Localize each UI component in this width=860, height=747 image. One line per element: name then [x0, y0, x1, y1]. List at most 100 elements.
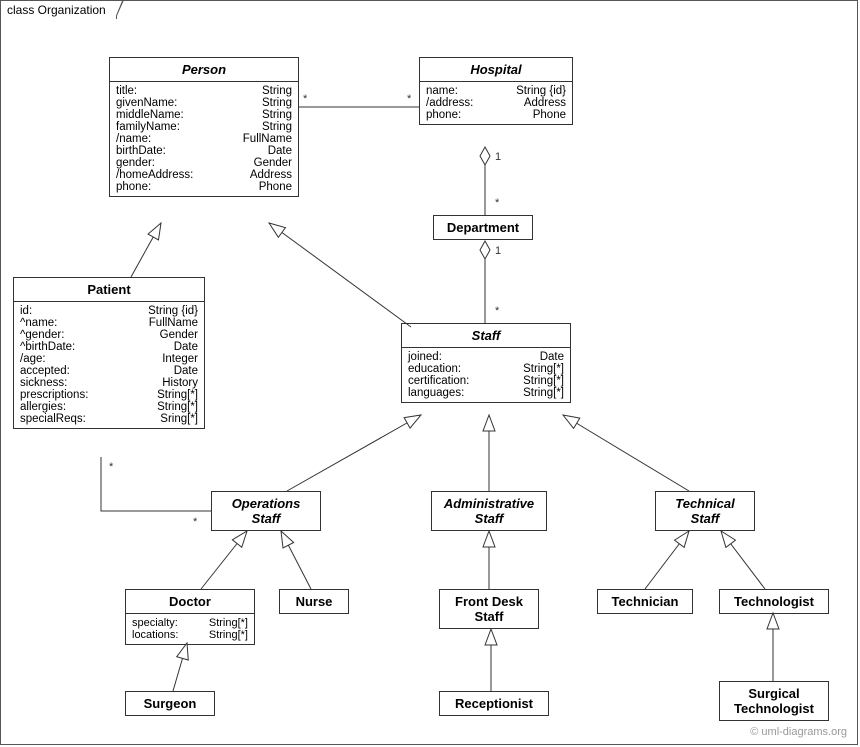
attr-name: gender: — [116, 157, 155, 169]
attr-name: languages: — [408, 387, 464, 399]
class-surgtech: Surgical Technologist — [719, 681, 829, 721]
attr-type: Phone — [243, 181, 292, 193]
attr-name: name: — [426, 85, 458, 97]
attr-row: birthDate:Date — [116, 145, 292, 157]
attr-name: prescriptions: — [20, 389, 88, 401]
watermark: © uml-diagrams.org — [750, 726, 847, 738]
attr-type: String[*] — [141, 401, 198, 413]
attr-row: prescriptions: String[*] — [20, 389, 198, 401]
class-body-patient: id: String {id} ^name: FullName ^gender: Gend… — [14, 302, 204, 428]
class-title-techstaff: Technical Staff — [656, 492, 754, 530]
mult-hosp-dept-top: 1 — [495, 151, 501, 163]
attr-type: String[*] — [507, 387, 564, 399]
attr-name: /address: — [426, 97, 473, 109]
attr-row: /name:FullName — [116, 133, 292, 145]
class-title-department: Department — [434, 216, 532, 239]
class-hospital: Hospital name:String {id}/address: Addres… — [419, 57, 573, 125]
frame-tab: class Organization — [0, 0, 117, 19]
attr-type: String[*] — [141, 389, 198, 401]
attr-name: title: — [116, 85, 137, 97]
attr-name: sickness: — [20, 377, 67, 389]
attr-row: certification:String[*] — [408, 375, 564, 387]
attr-row: /age: Integer — [20, 353, 198, 365]
class-patient: Patient id:String {id}^name:FullName^gen… — [13, 277, 205, 429]
attr-name: id: — [20, 305, 32, 317]
attr-row: /homeAddress:Address — [116, 169, 292, 181]
attr-name: ^gender: — [20, 329, 64, 341]
class-frontdesk: Front Desk Staff — [439, 589, 539, 629]
attr-row: ^gender: Gender — [20, 329, 198, 341]
attr-name: certification: — [408, 375, 469, 387]
class-title-nurse: Nurse — [280, 590, 348, 613]
mult-dept-staff-top: 1 — [495, 245, 501, 257]
attr-row: sickness:History — [20, 377, 198, 389]
mult-person-hosp-r: * — [407, 93, 411, 105]
attr-type: Phone — [517, 109, 566, 121]
attr-type: Date — [158, 365, 198, 377]
class-title-hospital: Hospital — [420, 58, 572, 82]
attr-row: specialReqs:Sring[*] — [20, 413, 198, 425]
attr-row: givenName:String — [116, 97, 292, 109]
attr-type: Date — [252, 145, 292, 157]
attr-type: Gender — [144, 329, 198, 341]
class-doctor: Doctor specialty: String[*]locations:Stri… — [125, 589, 255, 645]
attr-type: String[*] — [507, 363, 564, 375]
attr-name: accepted: — [20, 365, 70, 377]
frame-label: class Organization — [7, 3, 106, 17]
attr-row: education: String[*] — [408, 363, 564, 375]
attr-type: FullName — [133, 317, 198, 329]
attr-name: education: — [408, 363, 461, 375]
class-person: Person title:StringgivenName:Stringmiddl… — [109, 57, 299, 197]
attr-name: /name: — [116, 133, 151, 145]
attr-name: familyName: — [116, 121, 180, 133]
class-technologist: Technologist — [719, 589, 829, 614]
attr-name: phone: — [426, 109, 461, 121]
attr-row: accepted: Date — [20, 365, 198, 377]
mult-hosp-dept-bot: * — [495, 197, 499, 209]
attr-name: ^birthDate: — [20, 341, 75, 353]
attr-name: givenName: — [116, 97, 177, 109]
attr-row: id: String {id} — [20, 305, 198, 317]
class-title-staff: Staff — [402, 324, 570, 348]
class-opstaff: Operations Staff — [211, 491, 321, 531]
attr-row: phone: Phone — [426, 109, 566, 121]
attr-type: Address — [508, 97, 566, 109]
class-surgeon: Surgeon — [125, 691, 215, 716]
attr-row: gender: Gender — [116, 157, 292, 169]
class-title-receptionist: Receptionist — [440, 692, 548, 715]
class-title-doctor: Doctor — [126, 590, 254, 614]
attr-type: Integer — [146, 353, 198, 365]
attr-name: joined: — [408, 351, 442, 363]
class-title-surgeon: Surgeon — [126, 692, 214, 715]
attr-row: phone:Phone — [116, 181, 292, 193]
attr-type: Sring[*] — [144, 413, 198, 425]
attr-type: String[*] — [193, 617, 248, 629]
attr-row: locations:String[*] — [132, 629, 248, 641]
class-techstaff: Technical Staff — [655, 491, 755, 531]
class-staff: Staff joined:Dateeducation:String[*]cert… — [401, 323, 571, 403]
attr-name: middleName: — [116, 109, 184, 121]
attr-row: ^birthDate:Date — [20, 341, 198, 353]
attr-row: familyName: String — [116, 121, 292, 133]
attr-type: String {id} — [132, 305, 198, 317]
class-title-surgtech: Surgical Technologist — [720, 682, 828, 720]
attr-type: Date — [524, 351, 564, 363]
attr-row: specialty: String[*] — [132, 617, 248, 629]
attr-row: allergies:String[*] — [20, 401, 198, 413]
mult-dept-staff-bot: * — [495, 305, 499, 317]
class-technician: Technician — [597, 589, 693, 614]
attr-name: specialty: — [132, 617, 178, 629]
attr-row: name:String {id} — [426, 85, 566, 97]
attr-name: locations: — [132, 629, 178, 641]
attr-row: ^name: FullName — [20, 317, 198, 329]
class-receptionist: Receptionist — [439, 691, 549, 716]
attr-type: String — [246, 121, 292, 133]
attr-type: String — [246, 109, 292, 121]
attr-row: title: String — [116, 85, 292, 97]
class-body-doctor: specialty: String[*]locations:String[*] — [126, 614, 254, 644]
attr-type: Gender — [238, 157, 292, 169]
attr-name: /age: — [20, 353, 46, 365]
attr-name: ^name: — [20, 317, 57, 329]
class-department: Department — [433, 215, 533, 240]
attr-type: String — [246, 85, 292, 97]
